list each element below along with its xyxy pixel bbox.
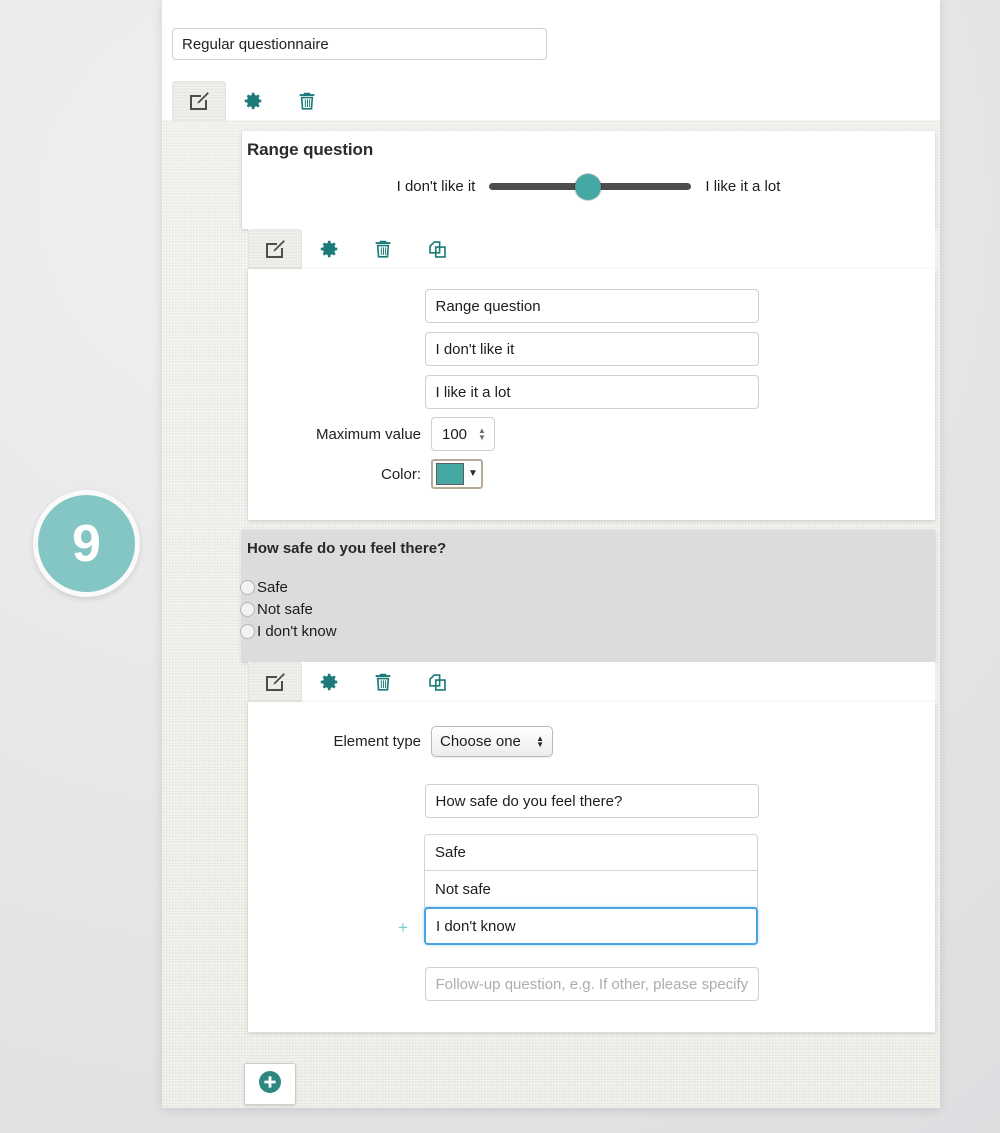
color-row: Color: ▼ (248, 459, 483, 489)
stepper-down-icon: ▼ (478, 433, 486, 442)
add-option-button[interactable]: + (398, 918, 408, 938)
radio-option-label: Safe (257, 578, 288, 596)
questionnaire-settings-button[interactable] (226, 81, 280, 121)
radio-option-input-2[interactable] (424, 871, 758, 908)
select-arrows-icon: ▲ ▼ (536, 733, 544, 749)
radio-button-icon[interactable] (240, 601, 255, 617)
radio-element-toolbar (248, 662, 935, 703)
range-question-preview-card: Range question I don't like it I like it… (242, 131, 935, 229)
range-min-label: I don't like it (396, 177, 476, 195)
gear-icon (318, 238, 340, 260)
followup-question-row (248, 967, 935, 1001)
maximum-value-label: Maximum value (315, 425, 421, 443)
color-picker-button[interactable]: ▼ (431, 459, 483, 489)
radio-question-preview-card: How safe do you feel there? Safe Not saf… (240, 530, 935, 662)
range-duplicate-button[interactable] (410, 229, 464, 269)
range-max-label: I like it a lot (705, 177, 781, 195)
color-label: Color: (380, 465, 421, 483)
range-question-input[interactable] (424, 289, 759, 323)
element-type-select[interactable]: Choose one ▲ ▼ (431, 726, 553, 757)
step-number: 9 (72, 514, 101, 573)
radio-settings-panel: Element type Choose one ▲ ▼ (248, 702, 935, 1032)
edit-icon (263, 670, 287, 694)
radio-option-list: Safe Not safe I don't know (240, 576, 337, 642)
radio-button-icon[interactable] (240, 623, 255, 639)
range-edit-button[interactable] (248, 229, 302, 269)
maximum-value-row: Maximum value ▲ ▼ (248, 417, 495, 451)
radio-option-not-safe[interactable]: Not safe (240, 598, 337, 620)
radio-option-input-1[interactable] (424, 834, 758, 871)
questionnaire-header (162, 0, 940, 121)
questionnaire-title-input[interactable] (172, 28, 547, 60)
range-slider[interactable] (489, 173, 692, 200)
add-element-button[interactable] (244, 1063, 296, 1105)
range-min-label-row (248, 332, 935, 366)
gear-icon (318, 671, 340, 693)
range-delete-button[interactable] (356, 229, 410, 269)
copy-icon (426, 238, 449, 261)
range-question-field-row (248, 289, 935, 323)
range-max-label-row (248, 375, 935, 409)
radio-option-safe[interactable]: Safe (240, 576, 337, 598)
maximum-value-stepper[interactable]: ▲ ▼ (475, 427, 489, 442)
radio-option-label: Not safe (257, 600, 313, 618)
element-type-label: Element type (333, 733, 421, 750)
element-type-value: Choose one (440, 733, 521, 750)
radio-button-icon[interactable] (240, 579, 255, 595)
range-settings-panel: Maximum value ▲ ▼ Color: ▼ (248, 269, 935, 520)
radio-question-title: How safe do you feel there? (247, 540, 447, 557)
radio-settings-button[interactable] (302, 662, 356, 702)
color-swatch (436, 463, 464, 485)
plus-circle-icon (257, 1069, 283, 1100)
radio-option-input-list (424, 834, 758, 945)
radio-duplicate-button[interactable] (410, 662, 464, 702)
edit-icon (187, 89, 211, 113)
edit-icon (263, 237, 287, 261)
step-badge: 9 (33, 490, 140, 597)
range-slider-row: I don't like it I like it a lot (242, 173, 935, 200)
radio-delete-button[interactable] (356, 662, 410, 702)
range-question-title: Range question (247, 140, 374, 159)
chevron-down-icon: ▼ (468, 468, 478, 479)
questionnaire-edit-button[interactable] (172, 81, 226, 121)
range-element-toolbar (248, 229, 935, 270)
range-max-label-input[interactable] (424, 375, 759, 409)
questionnaire-toolbar (172, 81, 334, 121)
trash-icon (372, 238, 394, 260)
followup-question-input[interactable] (424, 967, 759, 1001)
radio-option-i-dont-know[interactable]: I don't know (240, 620, 337, 642)
radio-question-field-row (248, 784, 935, 818)
copy-icon (426, 671, 449, 694)
gear-icon (242, 90, 264, 112)
trash-icon (296, 90, 318, 112)
range-settings-button[interactable] (302, 229, 356, 269)
element-type-row: Element type Choose one ▲ ▼ (248, 726, 553, 757)
range-min-label-input[interactable] (424, 332, 759, 366)
radio-option-input-3[interactable] (424, 907, 758, 945)
trash-icon (372, 671, 394, 693)
radio-question-input[interactable] (424, 784, 759, 818)
questionnaire-delete-button[interactable] (280, 81, 334, 121)
range-slider-thumb[interactable] (575, 174, 602, 200)
radio-edit-button[interactable] (248, 662, 302, 702)
radio-option-label: I don't know (257, 622, 337, 640)
